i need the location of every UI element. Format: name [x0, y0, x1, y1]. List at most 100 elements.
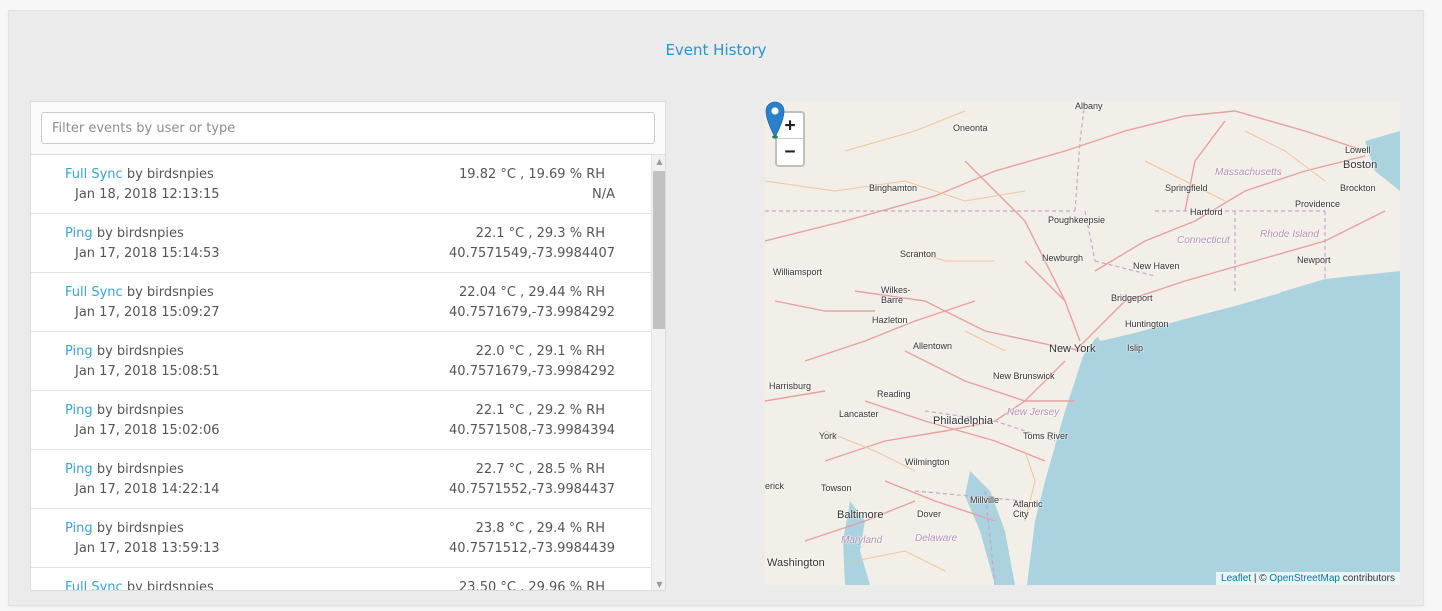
- event-title: Ping by birdsnpies: [65, 462, 184, 477]
- filter-input[interactable]: [41, 112, 655, 144]
- leaflet-link[interactable]: Leaflet: [1221, 573, 1251, 584]
- event-list: Full Sync by birdsnpies Jan 18, 2018 12:1…: [31, 155, 651, 591]
- event-date: Jan 18, 2018 12:13:15: [75, 187, 220, 202]
- map-pin-icon[interactable]: [765, 101, 785, 139]
- map-label: Providence: [1295, 199, 1341, 209]
- map-label: Dover: [917, 509, 942, 519]
- event-history-panel: Event History Full Sync by birdsnpies Jan…: [8, 10, 1424, 606]
- map-label: Atlantic City: [1013, 499, 1043, 519]
- osm-link[interactable]: OpenStreetMap: [1269, 573, 1340, 584]
- map-label: Newport: [1297, 255, 1331, 265]
- event-title: Full Sync by birdsnpies: [65, 285, 214, 300]
- event-date: Jan 17, 2018 13:59:13: [75, 541, 220, 556]
- map-label: Baltimore: [837, 509, 884, 521]
- event-location: 40.7571679,-73.9984292: [449, 364, 615, 379]
- event-user: by birdsnpies: [96, 403, 184, 418]
- map-label: Hartford: [1190, 207, 1223, 217]
- map-label: Huntington: [1125, 319, 1169, 329]
- event-row[interactable]: Full Sync by birdsnpies Jan 18, 2018 12:1…: [31, 155, 651, 214]
- event-reading: 19.82 °C , 19.69 % RH: [459, 167, 605, 182]
- event-type-link[interactable]: Ping: [65, 521, 93, 536]
- event-type-link[interactable]: Full Sync: [65, 167, 123, 182]
- map-label: Binghamton: [869, 183, 918, 193]
- map-label: New York: [1049, 343, 1096, 355]
- scroll-down-arrow-icon[interactable]: ▼: [652, 578, 665, 590]
- map-label: Boston: [1343, 159, 1378, 171]
- event-type-link[interactable]: Full Sync: [65, 580, 123, 590]
- event-row[interactable]: Ping by birdsnpies Jan 17, 2018 14:22:14 2…: [31, 450, 651, 509]
- event-user: by birdsnpies: [96, 462, 184, 477]
- event-title: Ping by birdsnpies: [65, 521, 184, 536]
- map-label: Springfield: [1165, 183, 1208, 193]
- map-label: Hazleton: [872, 315, 908, 325]
- map-attribution: Leaflet | © OpenStreetMap contributors: [1216, 572, 1400, 585]
- event-reading: 23.50 °C , 29.96 % RH: [459, 580, 605, 591]
- attribution-separator: | ©: [1251, 573, 1270, 584]
- event-date: Jan 17, 2018 15:08:51: [75, 364, 220, 379]
- event-row[interactable]: Ping by birdsnpies Jan 17, 2018 15:14:53 2…: [31, 214, 651, 273]
- event-row[interactable]: Ping by birdsnpies Jan 17, 2018 13:59:13 2…: [31, 509, 651, 568]
- map-label: Wilmington: [905, 457, 950, 467]
- event-user: by birdsnpies: [126, 167, 214, 182]
- event-reading: 22.0 °C , 29.1 % RH: [475, 344, 605, 359]
- event-user: by birdsnpies: [96, 521, 184, 536]
- event-location: 40.7571679,-73.9984292: [449, 305, 615, 320]
- event-title: Ping by birdsnpies: [65, 403, 184, 418]
- event-title: Full Sync by birdsnpies: [65, 580, 214, 591]
- event-location: N/A: [592, 187, 615, 202]
- map-label: Lowell: [1345, 145, 1371, 155]
- map-label: Maryland: [841, 535, 883, 546]
- scroll-thumb[interactable]: [653, 171, 665, 329]
- zoom-out-button[interactable]: −: [777, 139, 803, 165]
- map-label: Massachusetts: [1215, 167, 1282, 178]
- event-list-scrollbar[interactable]: ▲ ▼: [651, 155, 665, 590]
- event-user: by birdsnpies: [96, 344, 184, 359]
- event-date: Jan 17, 2018 15:09:27: [75, 305, 220, 320]
- attribution-tail: contributors: [1339, 573, 1395, 584]
- map-label: Delaware: [915, 533, 958, 544]
- event-location: 40.7571512,-73.9984439: [449, 541, 615, 556]
- map-label: Lancaster: [839, 409, 879, 419]
- map-label: Poughkeepsie: [1048, 215, 1106, 225]
- event-location: 40.7571549,-73.9984407: [449, 246, 615, 261]
- map-label: Washington: [767, 557, 825, 569]
- map-label: New Brunswick: [993, 371, 1055, 381]
- event-title: Ping by birdsnpies: [65, 344, 184, 359]
- event-type-link[interactable]: Ping: [65, 226, 93, 241]
- event-type-link[interactable]: Ping: [65, 462, 93, 477]
- map-label: Bridgeport: [1111, 293, 1153, 303]
- map-label: New Haven: [1133, 261, 1180, 271]
- event-map[interactable]: + − Albany Oneonta Lowell Boston Massach…: [765, 101, 1400, 585]
- map-label: Williamsport: [773, 267, 823, 277]
- event-type-link[interactable]: Full Sync: [65, 285, 123, 300]
- map-label: Newburgh: [1042, 253, 1084, 263]
- event-date: Jan 17, 2018 14:22:14: [75, 482, 220, 497]
- event-user: by birdsnpies: [126, 580, 214, 591]
- event-row[interactable]: Full Sync by birdsnpies 23.50 °C , 29.96 …: [31, 568, 651, 591]
- event-reading: 22.1 °C , 29.3 % RH: [475, 226, 605, 241]
- map-label: Albany: [1075, 101, 1103, 111]
- map-label: Connecticut: [1177, 235, 1230, 246]
- scroll-up-arrow-icon[interactable]: ▲: [652, 155, 665, 169]
- event-user: by birdsnpies: [126, 285, 214, 300]
- map-label: Rhode Island: [1260, 229, 1319, 240]
- map-label: York: [819, 431, 837, 441]
- event-title: Full Sync by birdsnpies: [65, 167, 214, 182]
- map-label: Wilkes-Barre: [881, 285, 911, 305]
- event-user: by birdsnpies: [96, 226, 184, 241]
- filter-bar: [31, 102, 665, 155]
- map-label: Scranton: [900, 249, 937, 259]
- map-label: Allentown: [913, 341, 953, 351]
- event-type-link[interactable]: Ping: [65, 344, 93, 359]
- event-title: Ping by birdsnpies: [65, 226, 184, 241]
- event-row[interactable]: Ping by birdsnpies Jan 17, 2018 15:08:51 2…: [31, 332, 651, 391]
- event-list-card: Full Sync by birdsnpies Jan 18, 2018 12:1…: [30, 101, 666, 591]
- map-label: Brockton: [1340, 183, 1376, 193]
- map-label: Islip: [1127, 343, 1144, 353]
- event-type-link[interactable]: Ping: [65, 403, 93, 418]
- event-location: 40.7571508,-73.9984394: [449, 423, 615, 438]
- event-row[interactable]: Ping by birdsnpies Jan 17, 2018 15:02:06 2…: [31, 391, 651, 450]
- event-row[interactable]: Full Sync by birdsnpies Jan 17, 2018 15:0…: [31, 273, 651, 332]
- map-label: New Jersey: [1007, 407, 1060, 418]
- event-reading: 22.04 °C , 29.44 % RH: [459, 285, 605, 300]
